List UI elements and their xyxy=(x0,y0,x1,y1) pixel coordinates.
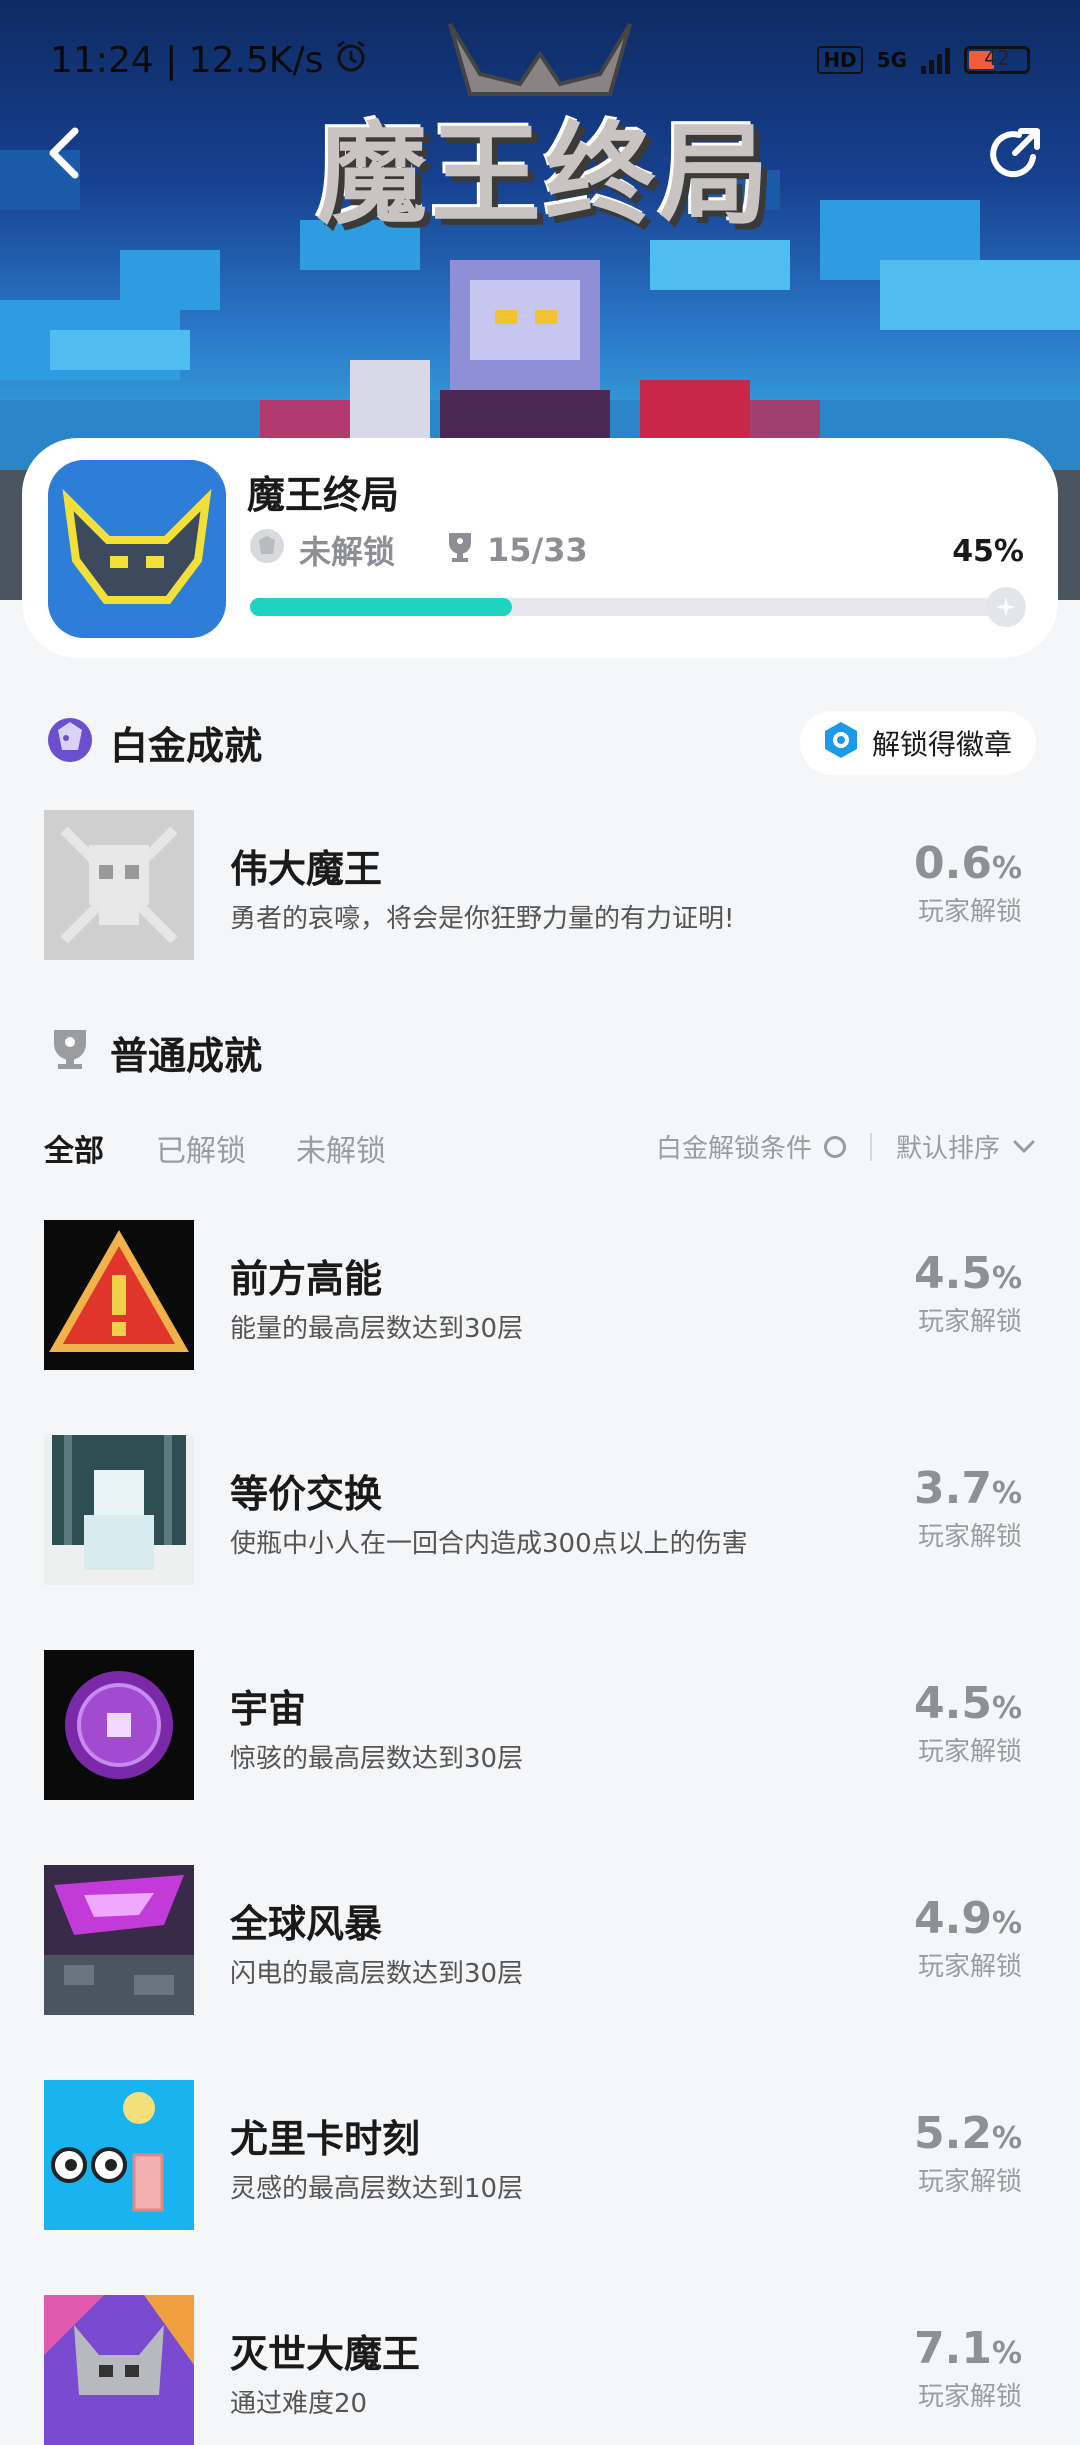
unlock-rate-unit: % xyxy=(991,851,1022,886)
platinum-heading: 白金成就 xyxy=(110,724,263,768)
game-app-icon xyxy=(48,460,226,638)
badge-icon xyxy=(822,720,860,767)
achievement-title: 宇宙 xyxy=(230,1687,307,1731)
progress-percent: 45% xyxy=(952,534,1024,569)
progress-bar-fill xyxy=(250,598,512,616)
unlock-rate-unit: % xyxy=(991,1691,1022,1726)
back-button[interactable] xyxy=(30,118,100,188)
platinum-locked-icon xyxy=(247,526,287,574)
share-button[interactable] xyxy=(980,118,1050,188)
achievement-item[interactable]: 灭世大魔王 通过难度20 7.1% 玩家解锁 xyxy=(44,2295,1036,2445)
unlock-rate-value: 4.9 xyxy=(913,1893,992,1944)
warning-achievement-icon xyxy=(44,1220,194,1370)
lock-status-text: 未解锁 xyxy=(299,533,396,571)
status-time: 11:24 | 12.5K/s xyxy=(50,39,324,81)
demon-king-achievement-icon xyxy=(44,2295,194,2445)
achievement-description: 勇者的哀嚎，将会是你狂野力量的有力证明! xyxy=(230,904,735,934)
achievement-item[interactable]: 宇宙 惊骇的最高层数达到30层 4.5% 玩家解锁 xyxy=(44,1650,1036,1800)
achievement-title: 等价交换 xyxy=(230,1472,383,1516)
trophy-icon xyxy=(44,1022,96,1083)
bottle-man-achievement-icon xyxy=(44,1435,194,1585)
divider xyxy=(869,1132,872,1161)
achievement-title: 尤里卡时刻 xyxy=(230,2117,421,2161)
achievement-item[interactable]: 前方高能 能量的最高层数达到30层 4.5% 玩家解锁 xyxy=(44,1220,1036,1370)
achievement-title: 伟大魔王 xyxy=(230,847,383,891)
achievement-title: 灭世大魔王 xyxy=(230,2332,421,2376)
achievement-item[interactable]: 等价交换 使瓶中小人在一回合内造成300点以上的伤害 3.7% 玩家解锁 xyxy=(44,1435,1036,1585)
chevron-down-icon[interactable] xyxy=(1012,1132,1036,1162)
progress-bar xyxy=(250,587,1026,627)
unlock-rate-label: 玩家解锁 xyxy=(917,1737,1022,1767)
unlock-rate-label: 玩家解锁 xyxy=(917,897,1022,927)
sort-dropdown-label[interactable]: 默认排序 xyxy=(896,1128,1000,1165)
unlock-rate: 3.7% 玩家解锁 xyxy=(914,1463,1022,1553)
unlock-rate-value: 4.5 xyxy=(913,1678,992,1729)
unlock-rate-label: 玩家解锁 xyxy=(917,1952,1022,1982)
unlock-rate-unit: % xyxy=(991,1476,1022,1511)
unlock-badge-button[interactable]: 解锁得徽章 xyxy=(799,711,1036,775)
eureka-achievement-icon xyxy=(44,2080,194,2230)
unlock-rate-label: 玩家解锁 xyxy=(917,1307,1022,1337)
unlock-status-row: 未解锁 15/33 xyxy=(247,526,588,574)
monster-artwork xyxy=(260,260,820,470)
chevron-left-icon xyxy=(49,127,79,179)
unlock-rate: 0.6% 玩家解锁 xyxy=(914,838,1022,928)
unlock-rate: 4.5% 玩家解锁 xyxy=(914,1678,1022,1768)
achievement-count: 15/33 xyxy=(487,531,588,569)
network-label: 5G xyxy=(876,48,907,72)
unlock-rate: 4.9% 玩家解锁 xyxy=(914,1893,1022,1983)
hd-icon: HD xyxy=(817,46,863,74)
achievement-description: 惊骇的最高层数达到30层 xyxy=(230,1744,524,1774)
game-logo: 魔王终局 xyxy=(317,111,773,239)
normal-heading: 普通成就 xyxy=(110,1034,263,1078)
platinum-section-header: 白金成就 xyxy=(44,712,262,773)
unlock-rate-value: 4.5 xyxy=(913,1248,992,1299)
skull-achievement-icon xyxy=(44,810,194,960)
achievement-description: 通过难度20 xyxy=(230,2389,368,2419)
achievement-item[interactable]: 全球风暴 闪电的最高层数达到30层 4.9% 玩家解锁 xyxy=(44,1865,1036,2015)
filter-options: 白金解锁条件 默认排序 xyxy=(656,1128,1036,1165)
unlock-rate-value: 7.1 xyxy=(913,2323,992,2374)
trophy-icon xyxy=(445,529,475,571)
unlock-rate: 5.2% 玩家解锁 xyxy=(914,2108,1022,2198)
platinum-condition-radio[interactable] xyxy=(823,1135,846,1158)
unlock-rate-unit: % xyxy=(991,2121,1022,2156)
alarm-icon xyxy=(333,38,369,83)
unlock-rate-value: 0.6 xyxy=(913,838,992,889)
game-summary-card: 魔王终局 未解锁 15/33 45% xyxy=(22,438,1058,658)
cosmos-achievement-icon xyxy=(44,1650,194,1800)
share-icon xyxy=(990,128,1040,178)
unlock-rate-value: 5.2 xyxy=(913,2108,992,2159)
storm-achievement-icon xyxy=(44,1865,194,2015)
signal-icon xyxy=(921,46,950,74)
achievement-description: 灵感的最高层数达到10层 xyxy=(230,2174,524,2204)
achievement-description: 使瓶中小人在一回合内造成300点以上的伤害 xyxy=(230,1529,748,1559)
unlock-rate-label: 玩家解锁 xyxy=(917,2382,1022,2412)
platinum-icon xyxy=(44,712,96,773)
unlock-rate-unit: % xyxy=(991,2336,1022,2371)
platinum-condition-label[interactable]: 白金解锁条件 xyxy=(656,1128,812,1165)
achievement-title: 前方高能 xyxy=(230,1257,383,1301)
unlock-rate-value: 3.7 xyxy=(913,1463,992,1514)
battery-icon: 42 xyxy=(964,46,1030,74)
achievement-description: 闪电的最高层数达到30层 xyxy=(230,1959,524,1989)
unlock-rate-unit: % xyxy=(991,1261,1022,1296)
tab-unlocked[interactable]: 已解锁 xyxy=(156,1126,246,1170)
achievement-title: 全球风暴 xyxy=(230,1902,383,1946)
unlock-badge-label: 解锁得徽章 xyxy=(871,728,1012,761)
achievement-description: 能量的最高层数达到30层 xyxy=(230,1314,524,1344)
tab-locked[interactable]: 未解锁 xyxy=(296,1126,386,1170)
tab-all[interactable]: 全部 xyxy=(44,1126,104,1170)
unlock-rate-unit: % xyxy=(991,1906,1022,1941)
unlock-rate-label: 玩家解锁 xyxy=(917,2167,1022,2197)
unlock-rate: 4.5% 玩家解锁 xyxy=(914,1248,1022,1338)
achievement-item[interactable]: 尤里卡时刻 灵感的最高层数达到10层 5.2% 玩家解锁 xyxy=(44,2080,1036,2230)
platinum-goal-icon xyxy=(986,587,1026,627)
game-title: 魔王终局 xyxy=(247,473,400,517)
platinum-achievement-item[interactable]: 伟大魔王 勇者的哀嚎，将会是你狂野力量的有力证明! 0.6% 玩家解锁 xyxy=(44,810,1036,960)
normal-section-header: 普通成就 xyxy=(44,1022,262,1083)
unlock-rate-label: 玩家解锁 xyxy=(917,1522,1022,1552)
filter-bar: 全部 已解锁 未解锁 白金解锁条件 默认排序 xyxy=(44,1126,1036,1176)
